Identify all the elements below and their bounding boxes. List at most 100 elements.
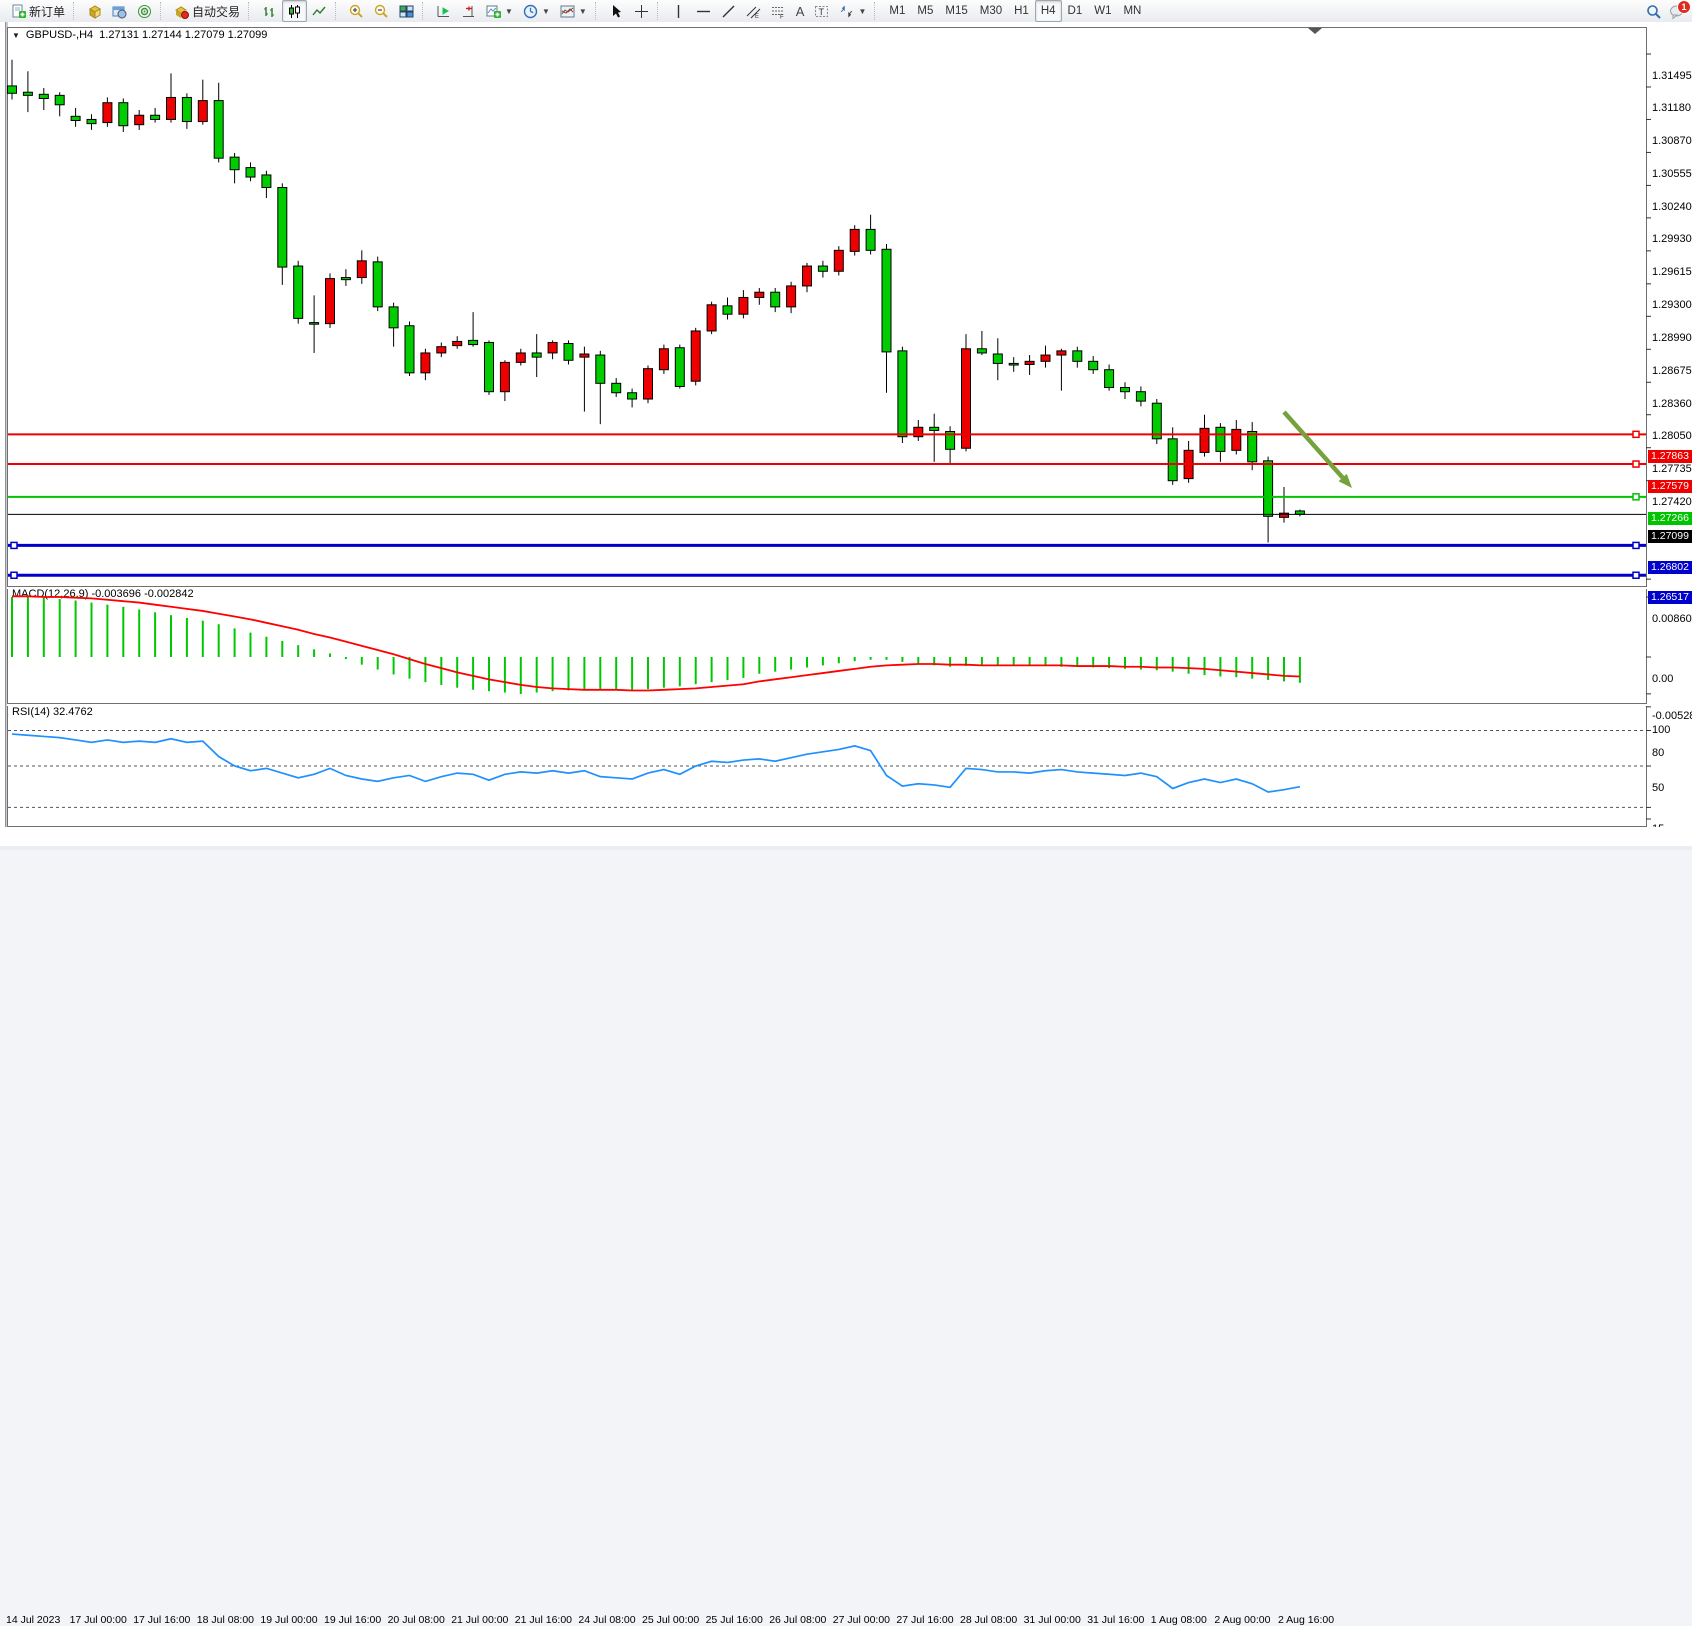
- line-handle[interactable]: [1633, 572, 1639, 578]
- time-tick-label: 26 Jul 08:00: [769, 1614, 826, 1626]
- new-order-icon: [11, 4, 26, 19]
- price-tick-label: 1.29300: [1652, 299, 1692, 312]
- candle-bullish: [1232, 429, 1241, 450]
- timeframe-button-m15[interactable]: M15: [939, 0, 973, 22]
- timeframe-button-m1[interactable]: M1: [883, 0, 911, 22]
- timeframe-button-d1[interactable]: D1: [1062, 0, 1089, 22]
- horizontal-line-tool-button[interactable]: [691, 0, 716, 22]
- candle-bearish: [564, 344, 573, 361]
- channel-tool-button[interactable]: E: [741, 0, 766, 22]
- price-tick-label: 1.30870: [1652, 135, 1692, 148]
- rsi-line: [12, 734, 1300, 792]
- candlestick-chart-button[interactable]: [282, 0, 307, 22]
- candle-bearish: [675, 348, 684, 387]
- text-label-icon: T: [814, 4, 829, 19]
- timeframe-button-mn[interactable]: MN: [1117, 0, 1147, 22]
- candle-bearish: [723, 306, 732, 314]
- line-handle[interactable]: [1633, 494, 1639, 500]
- candle-bullish: [1041, 355, 1050, 361]
- timeframe-button-w1[interactable]: W1: [1088, 0, 1117, 22]
- cursor-button[interactable]: [604, 0, 629, 22]
- arrows-dropdown-button[interactable]: ▼: [834, 0, 871, 22]
- templates-dropdown-button[interactable]: ▼: [555, 0, 592, 22]
- line-chart-button[interactable]: [307, 0, 332, 22]
- price-line-badge: 1.27579: [1648, 480, 1692, 493]
- svg-text:F: F: [780, 14, 784, 19]
- line-handle[interactable]: [1633, 461, 1639, 467]
- timeframe-button-m30[interactable]: M30: [974, 0, 1008, 22]
- candle-bullish: [453, 341, 462, 345]
- tile-windows-button[interactable]: [394, 0, 419, 22]
- text-tool-button[interactable]: A: [791, 0, 810, 22]
- time-tick-label: 17 Jul 00:00: [70, 1614, 127, 1626]
- candle-bearish: [866, 229, 875, 250]
- time-tick-label: 18 Jul 08:00: [197, 1614, 254, 1626]
- line-handle[interactable]: [1633, 431, 1639, 437]
- toolbar-separator: [73, 2, 79, 20]
- candle-bearish: [771, 292, 780, 307]
- periods-dropdown-button[interactable]: ▼: [518, 0, 555, 22]
- candle-bearish: [485, 342, 494, 391]
- candle-bearish: [214, 101, 223, 159]
- vertical-line-tool-button[interactable]: [666, 0, 691, 22]
- chart-shift-marker[interactable]: [1308, 28, 1322, 34]
- candle-bearish: [182, 97, 191, 121]
- candle-bearish: [294, 266, 303, 318]
- trendline-tool-button[interactable]: [716, 0, 741, 22]
- indicators-dropdown-button[interactable]: ▼: [481, 0, 518, 22]
- timeframe-button-h4[interactable]: H4: [1035, 0, 1062, 22]
- price-tick-label: 1.28990: [1652, 332, 1692, 345]
- line-handle[interactable]: [11, 572, 17, 578]
- fibonacci-icon: F: [771, 4, 786, 19]
- notifications-button[interactable]: 1: [1669, 4, 1684, 19]
- time-tick-label: 27 Jul 00:00: [833, 1614, 890, 1626]
- chart-canvas[interactable]: [0, 22, 1692, 850]
- macd-axis-label: 0.00: [1652, 673, 1692, 686]
- chart-shift-button[interactable]: [456, 0, 481, 22]
- candle-bearish: [596, 355, 605, 383]
- candle-bearish: [1264, 461, 1273, 516]
- candle-bearish: [310, 323, 319, 325]
- candlestick-chart-icon: [287, 4, 302, 19]
- time-tick-label: 21 Jul 00:00: [451, 1614, 508, 1626]
- equidistant-channel-icon: E: [746, 4, 761, 19]
- time-tick-label: 1 Aug 08:00: [1151, 1614, 1207, 1626]
- auto-trading-button[interactable]: 自动交易: [169, 0, 245, 22]
- price-tick-label: 1.27735: [1652, 463, 1692, 476]
- search-icon[interactable]: [1646, 4, 1661, 19]
- market-watch-button[interactable]: [82, 0, 107, 22]
- line-handle[interactable]: [1633, 542, 1639, 548]
- crosshair-button[interactable]: [629, 0, 654, 22]
- line-handle[interactable]: [11, 542, 17, 548]
- annotation-arrow[interactable]: [1284, 412, 1343, 478]
- zoom-in-button[interactable]: [344, 0, 369, 22]
- data-window-button[interactable]: [107, 0, 132, 22]
- bar-chart-button[interactable]: [257, 0, 282, 22]
- rsi-axis-label: 100: [1652, 724, 1692, 737]
- time-tick-label: 19 Jul 16:00: [324, 1614, 381, 1626]
- text-label-tool-button[interactable]: T: [809, 0, 834, 22]
- candle-bearish: [628, 393, 637, 399]
- candle-bullish: [659, 349, 668, 370]
- fibonacci-tool-button[interactable]: F: [766, 0, 791, 22]
- navigator-button[interactable]: [132, 0, 157, 22]
- chevron-down-icon: ▼: [579, 7, 587, 16]
- timeframe-button-h1[interactable]: H1: [1008, 0, 1035, 22]
- time-tick-label: 31 Jul 16:00: [1087, 1614, 1144, 1626]
- price-tick-label: 1.30240: [1652, 201, 1692, 214]
- candle-bearish: [818, 266, 827, 271]
- auto-scroll-button[interactable]: [431, 0, 456, 22]
- candle-bullish: [1057, 351, 1066, 355]
- zoom-out-button[interactable]: [369, 0, 394, 22]
- candle-bullish: [326, 279, 335, 324]
- timeframe-button-m5[interactable]: M5: [911, 0, 939, 22]
- candle-bearish: [469, 340, 478, 344]
- candle-bullish: [548, 342, 557, 352]
- market-watch-icon: [87, 4, 102, 19]
- candle-bullish: [1025, 361, 1034, 364]
- candle-bearish: [23, 92, 32, 95]
- chart-window[interactable]: ▼ GBPUSD-,H4 1.27131 1.27144 1.27079 1.2…: [0, 22, 1692, 850]
- candle-bearish: [39, 94, 48, 98]
- new-order-button[interactable]: 新订单: [6, 0, 70, 22]
- time-tick-label: 17 Jul 16:00: [133, 1614, 190, 1626]
